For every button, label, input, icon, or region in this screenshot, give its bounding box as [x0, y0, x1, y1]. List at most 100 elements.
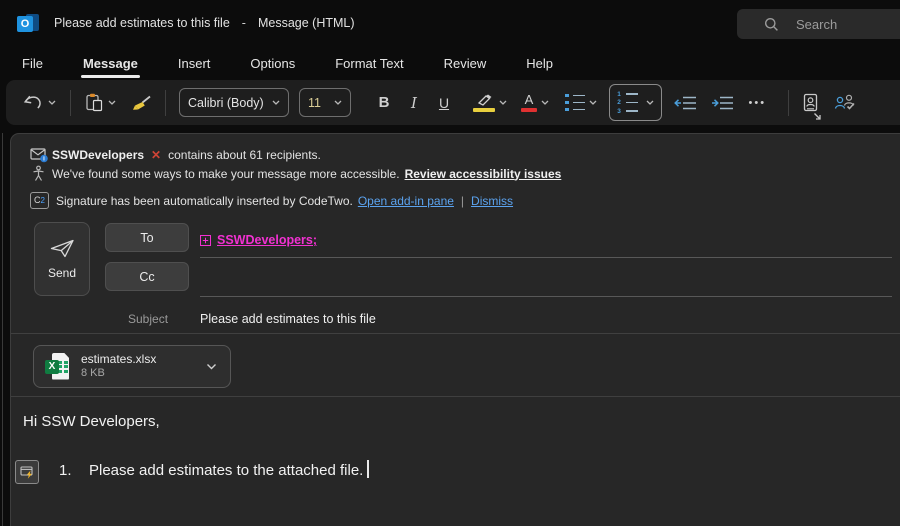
list-item-text: Please add estimates to the attached fil… [89, 460, 369, 482]
cc-field[interactable] [200, 262, 892, 297]
text-cursor [367, 460, 369, 478]
increase-indent-icon [711, 95, 735, 111]
highlight-dropdown[interactable] [499, 100, 507, 105]
font-name-select[interactable]: Calibri (Body) [179, 88, 289, 117]
chevron-down-icon [499, 100, 507, 105]
info-bars: i SSWDevelopers ✕ contains about 61 reci… [30, 145, 888, 210]
menu-tab-format-text[interactable]: Format Text [335, 56, 403, 71]
format-painter-icon [131, 94, 152, 112]
undo-dropdown[interactable] [48, 100, 56, 105]
cc-button[interactable]: Cc [105, 262, 189, 291]
menu-tab-options[interactable]: Options [250, 56, 295, 71]
review-accessibility-link[interactable]: Review accessibility issues [405, 167, 562, 181]
window-title: Please add estimates to this file-Messag… [54, 16, 355, 30]
envelope-info-icon: i [30, 147, 49, 163]
attachment-name: estimates.xlsx [81, 352, 156, 367]
menu-bar: File Message Insert Options Format Text … [0, 47, 900, 80]
highlighter-icon [475, 94, 494, 106]
underline-button[interactable]: U [429, 95, 459, 111]
bullets-icon [565, 94, 585, 112]
subject-input[interactable]: Please add estimates to this file [200, 305, 376, 333]
ribbon-separator [165, 90, 166, 116]
chevron-down-icon [589, 100, 597, 105]
window-title-text: Please add estimates to this file [54, 16, 230, 30]
paste-icon [85, 93, 104, 112]
attachment-size: 8 KB [81, 367, 156, 381]
format-painter-button[interactable] [131, 94, 152, 112]
menu-tab-review[interactable]: Review [444, 56, 487, 71]
more-commands-button[interactable]: ••• [749, 97, 767, 109]
attachment-options-chevron[interactable] [206, 363, 217, 370]
recipients-warning-text: contains about 61 recipients. [168, 148, 321, 162]
chevron-down-icon [108, 100, 116, 105]
dialog-launcher-button[interactable] [812, 111, 823, 122]
numbering-icon: 1 2 3 [617, 92, 638, 114]
send-button[interactable]: Send [34, 222, 90, 296]
numbering-dropdown[interactable] [646, 100, 654, 105]
lightning-window-icon [20, 465, 35, 480]
excel-file-icon: X [45, 353, 71, 381]
open-addin-pane-link[interactable]: Open add-in pane [358, 194, 454, 208]
check-names-button[interactable] [834, 94, 856, 111]
paste-dropdown[interactable] [108, 100, 116, 105]
ribbon-toolbar: Calibri (Body) 11 B I U A [6, 80, 900, 125]
font-size-value: 11 [308, 96, 321, 110]
chevron-down-icon [48, 100, 56, 105]
chevron-down-icon [272, 100, 280, 105]
check-names-icon [834, 94, 856, 111]
to-button[interactable]: To [105, 223, 189, 252]
signature-text: Signature has been automatically inserte… [56, 194, 353, 208]
search-icon [764, 17, 779, 32]
menu-tab-message[interactable]: Message [83, 56, 138, 71]
accessibility-icon [30, 165, 47, 182]
dismiss-link[interactable]: Dismiss [471, 194, 513, 208]
menu-tab-file[interactable]: File [22, 56, 43, 71]
list-item-number: 1. [59, 460, 72, 482]
outlook-logo-letter: O [21, 18, 30, 30]
menu-tab-help[interactable]: Help [526, 56, 553, 71]
address-book-icon [802, 93, 819, 112]
italic-button[interactable]: I [399, 94, 429, 112]
font-color-bar [521, 108, 537, 112]
font-color-dropdown[interactable] [541, 100, 549, 105]
accessibility-bar: We've found some ways to make your messa… [30, 164, 888, 183]
address-book-button[interactable] [802, 93, 819, 112]
paste-button[interactable] [85, 93, 104, 112]
menu-tab-insert[interactable]: Insert [178, 56, 211, 71]
increase-indent-button[interactable] [711, 95, 735, 111]
recipients-warning-bar: i SSWDevelopers ✕ contains about 61 reci… [30, 145, 888, 164]
codetwo-icon: C2 [30, 192, 49, 209]
bold-button[interactable]: B [369, 94, 399, 111]
to-field[interactable]: SSWDevelopers; [200, 223, 892, 258]
subject-label: Subject [128, 305, 168, 333]
attachment-chip[interactable]: X estimates.xlsx 8 KB [33, 345, 231, 388]
ribbon-separator [788, 90, 789, 116]
highlight-button[interactable] [473, 94, 495, 112]
undo-button[interactable] [22, 94, 44, 111]
chevron-down-icon [646, 100, 654, 105]
expand-group-icon[interactable] [200, 235, 211, 246]
outlook-logo-icon: O [17, 13, 40, 34]
font-size-select[interactable]: 11 [299, 88, 351, 117]
decrease-indent-icon [674, 95, 698, 111]
link-divider: | [461, 194, 464, 208]
window-title-dash: - [242, 16, 246, 30]
bullets-button[interactable] [565, 94, 585, 112]
editor-actions-button[interactable] [15, 460, 39, 484]
search-input[interactable]: Search [737, 9, 900, 39]
remove-recipient-icon[interactable]: ✕ [151, 148, 161, 162]
numbering-button-selected[interactable]: 1 2 3 [609, 84, 662, 121]
bullets-dropdown[interactable] [589, 100, 597, 105]
send-label: Send [48, 266, 76, 280]
greeting-text: Hi SSW Developers, [23, 413, 160, 430]
chevron-down-icon [334, 100, 342, 105]
message-body[interactable]: Hi SSW Developers, 1. Please add estimat… [11, 396, 900, 526]
recipient-link[interactable]: SSWDevelopers; [217, 233, 317, 247]
active-tab-underline [81, 75, 140, 78]
decrease-indent-button[interactable] [674, 95, 698, 111]
signature-bar: C2 Signature has been automatically inse… [30, 191, 888, 210]
search-placeholder: Search [796, 17, 837, 32]
undo-icon [22, 94, 44, 111]
window-title-doctype: Message (HTML) [258, 16, 355, 30]
font-color-button[interactable]: A [521, 94, 537, 112]
